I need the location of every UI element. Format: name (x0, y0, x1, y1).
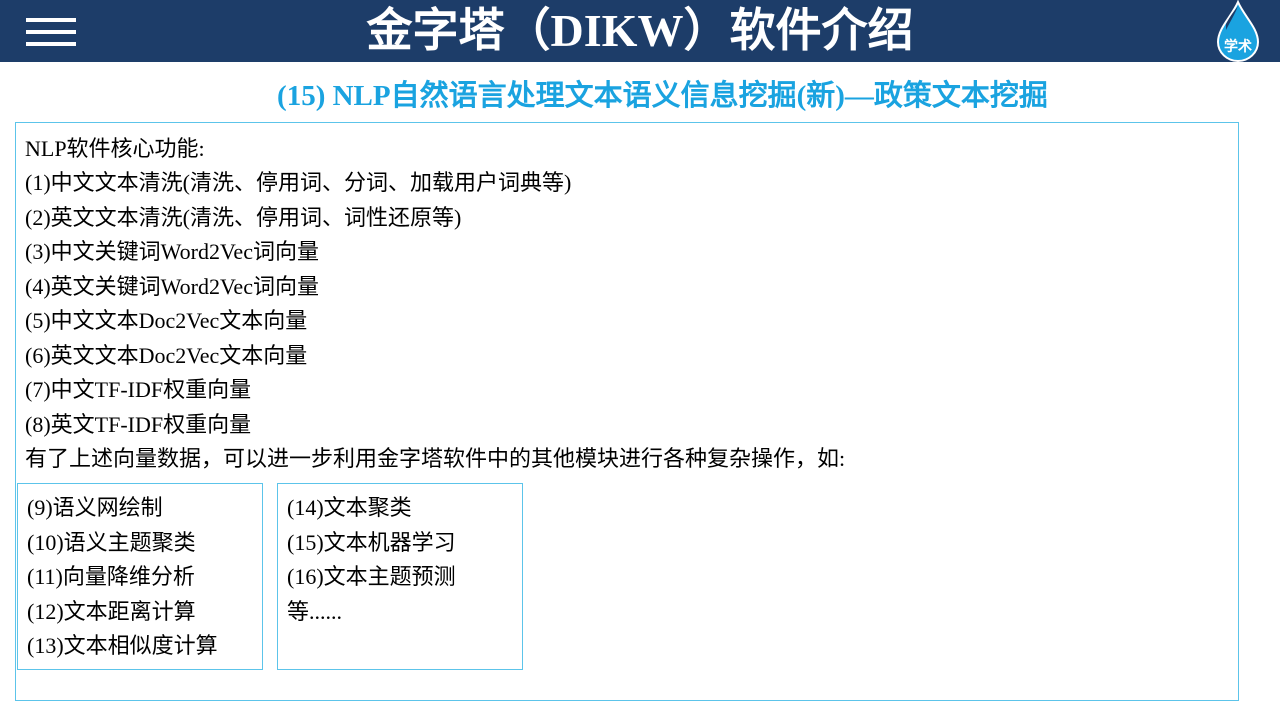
list-item: (10)语义主题聚类 (27, 530, 196, 555)
text-line: (3)中文关键词Word2Vec词向量 (25, 239, 319, 264)
list-item: (13)文本相似度计算 (27, 633, 218, 658)
feature-box-left: (9)语义网绘制 (10)语义主题聚类 (11)向量降维分析 (12)文本距离计… (17, 483, 263, 670)
header-bar: 金字塔（DIKW）软件介绍 学术 (0, 0, 1280, 62)
text-line: (6)英文文本Doc2Vec文本向量 (25, 343, 308, 368)
section-subtitle: (15) NLP自然语言处理文本语义信息挖掘(新)—政策文本挖掘 (277, 80, 1048, 112)
text-line: NLP软件核心功能: (25, 136, 205, 161)
list-item: (16)文本主题预测 (287, 564, 456, 589)
svg-text:学术: 学术 (1224, 38, 1252, 55)
text-line: 有了上述向量数据，可以进一步利用金字塔软件中的其他模块进行各种复杂操作，如: (25, 446, 846, 471)
text-line: (5)中文文本Doc2Vec文本向量 (25, 308, 308, 333)
text-line: (1)中文文本清洗(清洗、停用词、分词、加载用户词典等) (25, 170, 572, 195)
list-item: (14)文本聚类 (287, 495, 412, 520)
text-line: (7)中文TF-IDF权重向量 (25, 377, 252, 402)
list-item: (11)向量降维分析 (27, 564, 195, 589)
text-line: (4)英文关键词Word2Vec词向量 (25, 274, 319, 299)
list-item: (12)文本距离计算 (27, 599, 196, 624)
page-title: 金字塔（DIKW）软件介绍 (366, 5, 914, 56)
list-item: (9)语义网绘制 (27, 495, 163, 520)
text-line: (2)英文文本清洗(清洗、停用词、词性还原等) (25, 205, 462, 230)
list-item: (15)文本机器学习 (287, 530, 456, 555)
content-box: NLP软件核心功能: (1)中文文本清洗(清洗、停用词、分词、加载用户词典等) … (15, 122, 1239, 701)
water-drop-logo-icon: 学术 (1216, 0, 1260, 62)
list-item: 等...... (287, 599, 343, 624)
feature-box-right: (14)文本聚类 (15)文本机器学习 (16)文本主题预测 等...... (277, 483, 523, 670)
text-line: (8)英文TF-IDF权重向量 (25, 412, 252, 437)
